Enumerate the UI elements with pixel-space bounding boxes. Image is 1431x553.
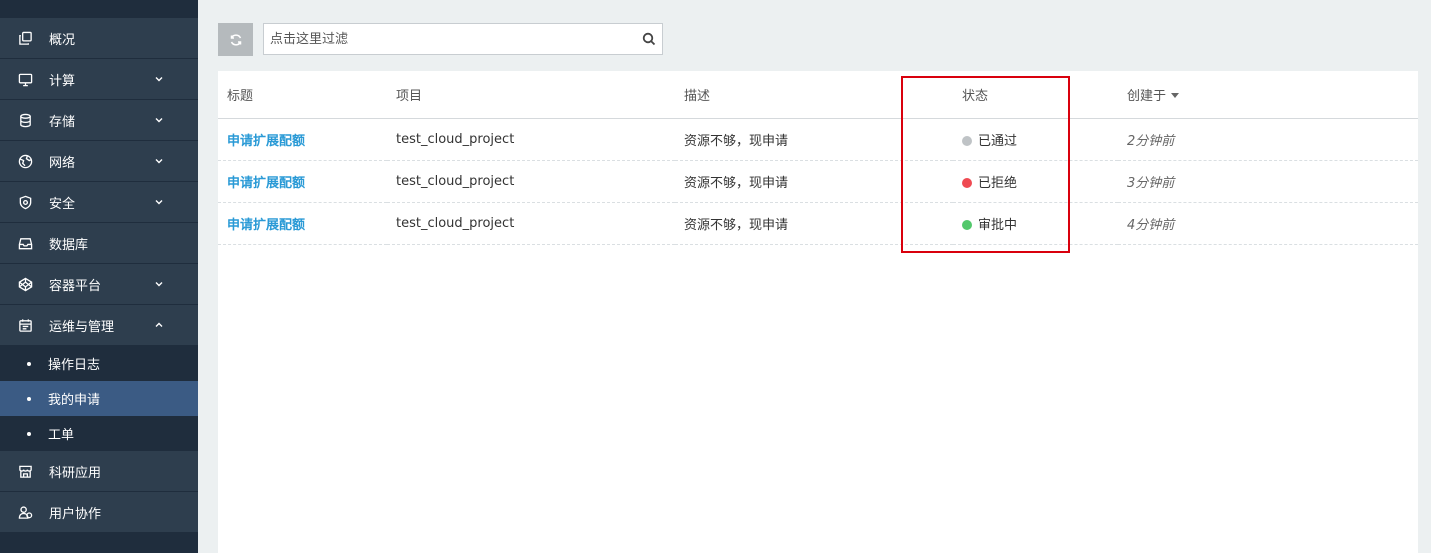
- sidebar-item-label: 概况: [49, 32, 76, 48]
- applications-table: 标题 项目 描述 状态 创建于 申请扩展配额 test_cloud_projec…: [218, 71, 1418, 245]
- row-project: test_cloud_project: [387, 202, 675, 245]
- row-title-link[interactable]: 申请扩展配额: [218, 202, 387, 245]
- sidebar-item-network[interactable]: 网络: [0, 141, 198, 182]
- sidebar-item-research-apps[interactable]: 科研应用: [0, 451, 198, 492]
- table-header-row: 标题 项目 描述 状态 创建于: [218, 71, 1418, 119]
- row-description: 资源不够，现申请: [675, 118, 953, 161]
- column-header-description: 描述: [675, 71, 953, 119]
- main-content: 标题 项目 描述 状态 创建于 申请扩展配额 test_cloud_projec…: [198, 0, 1431, 553]
- toolbar: [218, 23, 663, 56]
- sidebar-item-database[interactable]: 数据库: [0, 223, 198, 264]
- refresh-button[interactable]: [218, 23, 253, 56]
- chevron-up-icon: [154, 320, 164, 330]
- search-input[interactable]: [264, 24, 662, 54]
- row-created: 3分钟前: [1118, 160, 1418, 203]
- sidebar-subitem-label: 工单: [48, 428, 75, 443]
- row-created: 2分钟前: [1118, 118, 1418, 161]
- calendar-icon: [17, 317, 33, 333]
- codepen-icon: [17, 276, 33, 292]
- sidebar-item-label: 安全: [49, 196, 76, 212]
- sidebar-item-overview[interactable]: 概况: [0, 18, 198, 59]
- sidebar-item-storage[interactable]: 存储: [0, 100, 198, 141]
- search-icon[interactable]: [642, 32, 656, 46]
- status-dot-icon: [962, 219, 972, 230]
- column-header-project: 项目: [387, 71, 675, 119]
- users-icon: [17, 504, 33, 520]
- row-created: 4分钟前: [1118, 202, 1418, 245]
- sidebar-subitem-my-applications[interactable]: 我的申请: [0, 381, 198, 416]
- sidebar-item-label: 运维与管理: [49, 319, 115, 335]
- monitor-icon: [17, 71, 33, 87]
- chevron-down-icon: [154, 197, 164, 207]
- globe-icon: [17, 153, 33, 169]
- sidebar-item-ops-management[interactable]: 运维与管理: [0, 305, 198, 346]
- row-project: test_cloud_project: [387, 160, 675, 203]
- row-title-link[interactable]: 申请扩展配额: [218, 160, 387, 203]
- status-label: 已拒绝: [978, 175, 1018, 191]
- chevron-down-icon: [154, 156, 164, 166]
- sidebar-item-label: 数据库: [49, 237, 89, 253]
- app-window: 概况 计算 存储 网络 安全 数据库 容器平台 运维与管理 操作日志 我的申请 …: [0, 0, 1431, 553]
- sidebar-submenu: 操作日志 我的申请 工单: [0, 346, 198, 451]
- bullet-icon: [27, 361, 31, 366]
- sidebar-item-label: 科研应用: [49, 465, 102, 481]
- chevron-down-icon: [154, 115, 164, 125]
- sidebar-item-compute[interactable]: 计算: [0, 59, 198, 100]
- bullet-icon: [27, 396, 31, 401]
- sidebar-subitem-tickets[interactable]: 工单: [0, 416, 198, 451]
- sidebar-item-label: 用户协作: [49, 506, 102, 522]
- status-dot-icon: [962, 177, 972, 188]
- copy-icon: [17, 30, 33, 46]
- status-label: 审批中: [978, 217, 1018, 233]
- sidebar-item-label: 容器平台: [49, 278, 102, 294]
- row-description: 资源不够，现申请: [675, 202, 953, 245]
- status-dot-icon: [962, 135, 972, 146]
- sidebar-item-security[interactable]: 安全: [0, 182, 198, 223]
- search-box: [263, 23, 663, 55]
- sidebar-subitem-operation-log[interactable]: 操作日志: [0, 346, 198, 381]
- column-header-title: 标题: [218, 71, 387, 119]
- row-status: 已拒绝: [953, 160, 1118, 203]
- table-row: 申请扩展配额 test_cloud_project 资源不够，现申请 审批中 4…: [218, 202, 1418, 245]
- chevron-down-icon: [154, 74, 164, 84]
- sidebar-item-label: 网络: [49, 155, 76, 171]
- sidebar: 概况 计算 存储 网络 安全 数据库 容器平台 运维与管理 操作日志 我的申请 …: [0, 0, 198, 553]
- sort-desc-icon: [1171, 92, 1180, 98]
- status-label: 已通过: [978, 133, 1018, 149]
- shield-icon: [17, 194, 33, 210]
- sidebar-item-user-collaboration[interactable]: 用户协作: [0, 492, 198, 533]
- refresh-icon: [230, 33, 241, 46]
- column-header-created[interactable]: 创建于: [1118, 71, 1418, 119]
- row-title-link[interactable]: 申请扩展配额: [218, 118, 387, 161]
- bullet-icon: [27, 431, 31, 436]
- archive-icon: [17, 235, 33, 251]
- store-icon: [17, 463, 33, 479]
- column-header-status: 状态: [953, 71, 1118, 119]
- chevron-down-icon: [154, 279, 164, 289]
- table-row: 申请扩展配额 test_cloud_project 资源不够，现申请 已通过 2…: [218, 118, 1418, 161]
- sidebar-subitem-label: 我的申请: [48, 393, 101, 408]
- row-status: 已通过: [953, 118, 1118, 161]
- row-project: test_cloud_project: [387, 118, 675, 161]
- sidebar-item-label: 计算: [49, 73, 76, 89]
- applications-panel: 标题 项目 描述 状态 创建于 申请扩展配额 test_cloud_projec…: [218, 71, 1418, 553]
- row-description: 资源不够，现申请: [675, 160, 953, 203]
- sidebar-item-container-platform[interactable]: 容器平台: [0, 264, 198, 305]
- database-icon: [17, 112, 33, 128]
- sidebar-item-label: 存储: [49, 114, 76, 130]
- sidebar-subitem-label: 操作日志: [48, 358, 101, 373]
- row-status: 审批中: [953, 202, 1118, 245]
- table-row: 申请扩展配额 test_cloud_project 资源不够，现申请 已拒绝 3…: [218, 160, 1418, 203]
- column-header-created-label: 创建于: [1127, 88, 1167, 104]
